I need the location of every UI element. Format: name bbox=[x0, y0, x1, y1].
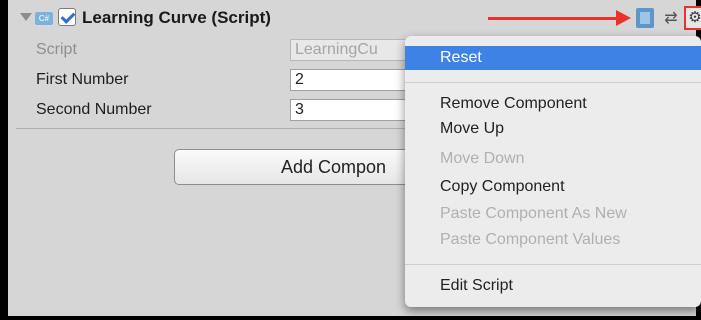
component-title: Learning Curve (Script) bbox=[82, 8, 271, 27]
help-book-icon[interactable] bbox=[636, 8, 654, 28]
menu-item-paste-component-as-new: Paste Component As New bbox=[440, 205, 627, 222]
menu-item-reset[interactable]: Reset bbox=[405, 46, 701, 70]
component-enabled-checkbox[interactable] bbox=[58, 8, 76, 26]
presets-sliders-icon[interactable]: ⇄ bbox=[662, 10, 680, 28]
menu-item-move-up[interactable]: Move Up bbox=[405, 117, 701, 141]
foldout-arrow-icon[interactable] bbox=[20, 13, 32, 21]
annotation-arrow-line bbox=[488, 17, 620, 20]
property-label: Second Number bbox=[36, 101, 152, 118]
settings-gear-button[interactable]: ⚙ bbox=[684, 6, 701, 30]
menu-item-paste-component-values: Paste Component Values bbox=[440, 231, 621, 248]
property-label: First Number bbox=[36, 71, 129, 88]
add-component-button[interactable]: Add Compon bbox=[174, 149, 414, 185]
annotation-arrow-head bbox=[616, 10, 631, 26]
menu-separator bbox=[405, 82, 701, 83]
component-context-menu: Reset Remove Component Move Up Move Down… bbox=[405, 36, 701, 307]
component-header: C# Learning Curve (Script) ⇄ ⚙ bbox=[8, 0, 701, 36]
property-label: Script bbox=[36, 41, 77, 58]
menu-item-copy-component[interactable]: Copy Component bbox=[405, 175, 701, 199]
script-file-icon: C# bbox=[35, 12, 53, 25]
menu-item-remove-component[interactable]: Remove Component bbox=[405, 92, 701, 116]
gear-icon: ⚙ bbox=[688, 9, 701, 26]
menu-item-edit-script[interactable]: Edit Script bbox=[405, 274, 701, 298]
menu-item-move-down: Move Down bbox=[440, 150, 525, 167]
menu-separator bbox=[405, 264, 701, 265]
